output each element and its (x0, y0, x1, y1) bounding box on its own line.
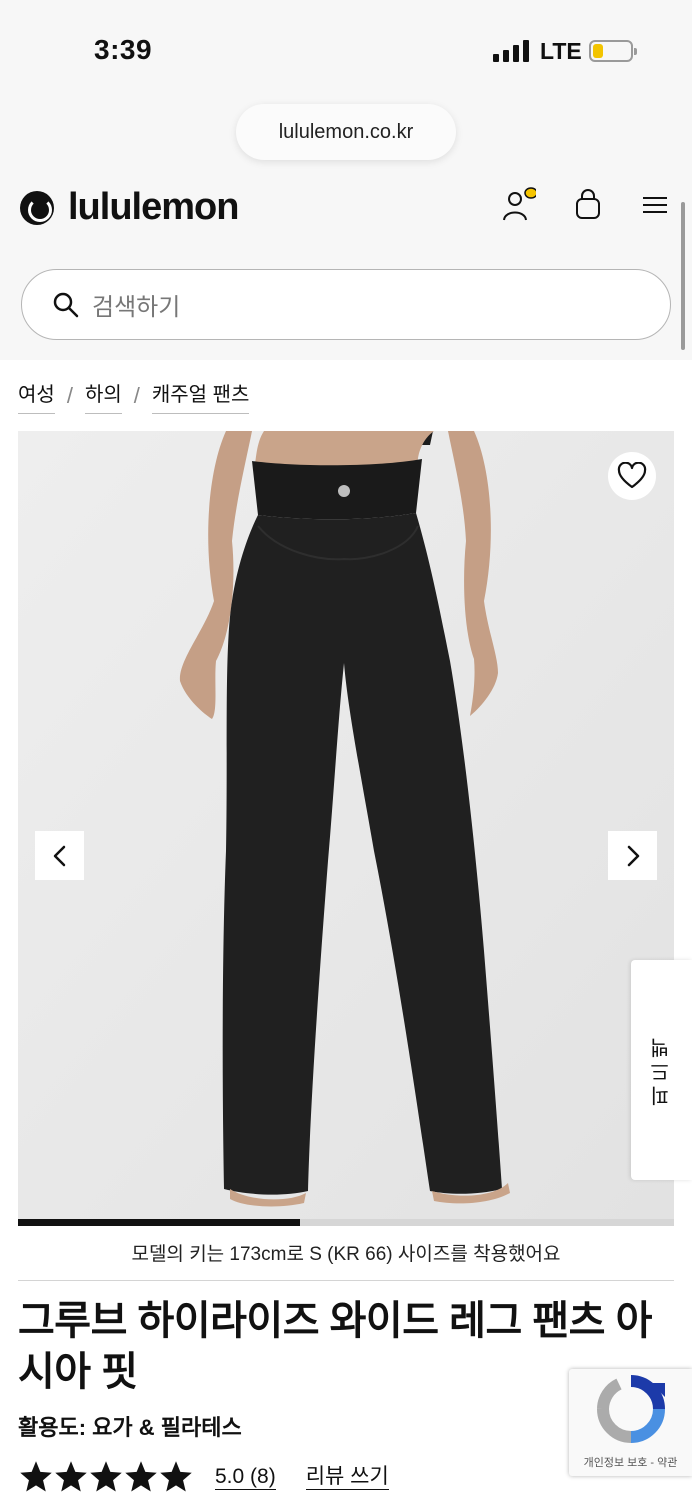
search-icon (53, 292, 79, 317)
recaptcha-logo-icon (597, 1375, 665, 1443)
feedback-tab[interactable]: 피드백 (631, 960, 692, 1180)
search-placeholder: 검색하기 (92, 294, 181, 321)
search-input[interactable]: 검색하기 (21, 269, 671, 340)
heart-icon (617, 462, 647, 489)
lululemon-logo-icon (20, 190, 54, 225)
wishlist-button[interactable] (608, 452, 656, 500)
url-bar[interactable]: lululemon.co.kr (236, 104, 456, 160)
signal-strength-icon (493, 40, 529, 62)
recaptcha-badge[interactable]: 개인정보 보호 - 약관 (569, 1369, 692, 1476)
status-time: 3:39 (94, 34, 153, 65)
url-text: lululemon.co.kr (278, 120, 414, 143)
star-icon (55, 1461, 87, 1492)
chevron-left-icon (53, 845, 65, 866)
breadcrumb-casual-pants[interactable]: 캐주얼 팬츠 (151, 378, 250, 414)
breadcrumb-bottoms[interactable]: 하의 (84, 378, 122, 414)
battery-icon (589, 40, 637, 62)
product-activity: 활용도: 요가 & 필라테스 (18, 1415, 242, 1440)
hamburger-menu-icon[interactable] (643, 195, 669, 215)
page-scrollbar[interactable] (681, 202, 685, 350)
product-image[interactable] (18, 431, 674, 1221)
star-icon (90, 1461, 122, 1492)
next-image-button[interactable] (608, 831, 657, 880)
star-icon (125, 1461, 157, 1492)
model-size-note: 모델의 키는 173cm로 S (KR 66) 사이즈를 착용했어요 (131, 1244, 561, 1265)
write-review-link[interactable]: 리뷰 쓰기 (305, 1465, 389, 1490)
breadcrumb: 여성 / 하의 / 캐주얼 팬츠 (18, 378, 250, 414)
shopping-bag-icon[interactable] (574, 188, 602, 220)
rating-score-link[interactable]: 5.0 (8) (215, 1465, 276, 1490)
brand-logo[interactable]: lululemon (20, 186, 239, 229)
breadcrumb-separator: / (133, 383, 140, 408)
network-type: LTE (540, 38, 582, 64)
star-icon (20, 1461, 52, 1492)
account-icon[interactable] (500, 187, 536, 223)
brand-name: lululemon (68, 186, 239, 228)
recaptcha-privacy-terms[interactable]: 개인정보 보호 - 약관 (569, 1454, 692, 1470)
feedback-label: 피드백 (651, 1034, 673, 1106)
previous-image-button[interactable] (35, 831, 84, 880)
product-photo-pants (18, 431, 674, 1221)
star-rating[interactable] (18, 1459, 193, 1495)
gallery-progress-bar (18, 1219, 674, 1226)
rating-row: 5.0 (8) 리뷰 쓰기 (18, 1459, 389, 1495)
status-bar: 3:39 LTE (0, 0, 692, 100)
breadcrumb-separator: / (66, 383, 73, 408)
divider (18, 1280, 674, 1281)
breadcrumb-women[interactable]: 여성 (18, 378, 55, 414)
chevron-right-icon (627, 845, 639, 866)
gallery-progress-fill (18, 1219, 301, 1226)
star-icon (160, 1461, 192, 1492)
